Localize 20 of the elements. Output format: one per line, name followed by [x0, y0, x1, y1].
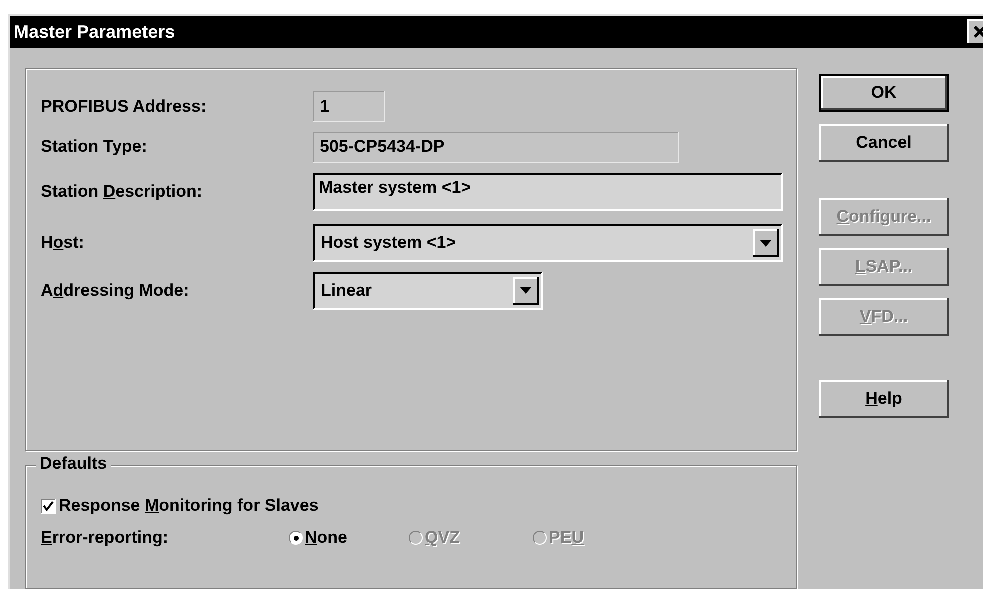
dropdown-field[interactable]: Linear	[313, 272, 543, 310]
radio-option[interactable]: None	[289, 528, 409, 548]
field-label: Host:	[41, 233, 86, 253]
field-label: Station Type:	[41, 137, 148, 157]
dropdown-value: Linear	[321, 280, 372, 300]
readonly-field: 505-CP5434-DP	[313, 132, 679, 162]
text-field[interactable]: Master system <1>	[313, 173, 783, 211]
checkmark-icon	[43, 500, 54, 512]
readonly-field: 1	[313, 91, 385, 122]
error-reporting-label: Error-reporting:	[41, 528, 170, 548]
dialog-button[interactable]: Help	[819, 380, 949, 418]
field-label: Addressing Mode:	[41, 280, 190, 300]
dropdown-value: Host system <1>	[321, 233, 456, 253]
dialog-button[interactable]: OK	[819, 74, 949, 112]
dialog-button[interactable]: Cancel	[819, 124, 949, 162]
response-monitoring-checkbox[interactable]: Response Monitoring for Slaves	[41, 496, 796, 516]
field-label: PROFIBUS Address:	[41, 96, 208, 116]
field-label: Station Description:	[41, 182, 204, 202]
dropdown-field[interactable]: Host system <1>	[313, 224, 783, 262]
window-title: Master Parameters	[14, 22, 176, 42]
